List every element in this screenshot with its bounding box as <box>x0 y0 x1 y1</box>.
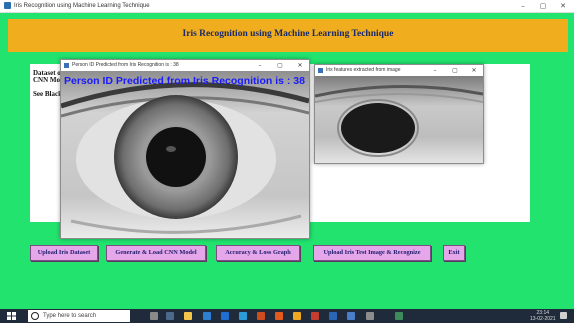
panel-line-2: CNN Mo <box>33 76 61 84</box>
minimize-button[interactable]: – <box>514 0 532 12</box>
mic-icon[interactable] <box>150 312 158 320</box>
clock-date: 13-02-2021 <box>530 316 556 322</box>
window-icon <box>318 68 323 73</box>
prediction-window[interactable]: Person ID Predicted from Iris Recognitio… <box>60 59 310 239</box>
app-icon-3[interactable] <box>347 312 355 320</box>
close-button[interactable]: ✕ <box>554 0 572 12</box>
features-window[interactable]: Iris features extracted from image – ▢ ✕ <box>314 64 484 164</box>
maximize-button[interactable]: ▢ <box>448 65 462 76</box>
clock[interactable]: 23:14 13-02-2021 <box>530 310 556 322</box>
store-icon[interactable] <box>203 312 211 320</box>
minimize-button[interactable]: – <box>253 60 267 71</box>
task-view-icon[interactable] <box>166 312 174 320</box>
taskbar: Type here to search 23:14 13-02-2021 <box>0 309 574 323</box>
app-icon-1[interactable] <box>257 312 265 320</box>
app-icon <box>4 2 11 9</box>
minimize-button[interactable]: – <box>428 65 442 76</box>
window-icon <box>64 63 69 68</box>
header-banner: Iris Recognition using Machine Learning … <box>8 19 568 52</box>
maximize-button[interactable]: ▢ <box>534 0 552 12</box>
prediction-window-titlebar: Person ID Predicted from Iris Recognitio… <box>61 60 309 71</box>
features-window-title: Iris features extracted from image <box>326 67 401 73</box>
iris-test-image <box>61 71 309 238</box>
windows-start-icon[interactable] <box>7 312 16 320</box>
iris-features-image <box>315 76 483 163</box>
exit-button[interactable]: Exit <box>443 245 465 261</box>
mail-icon[interactable] <box>239 312 247 320</box>
generate-model-button[interactable]: Generate & Load CNN Model <box>106 245 206 261</box>
accuracy-graph-button[interactable]: Accuracy & Loss Graph <box>216 245 300 261</box>
prediction-window-title: Person ID Predicted from Iris Recognitio… <box>72 62 179 68</box>
close-button[interactable]: ✕ <box>467 65 481 76</box>
chrome-icon[interactable] <box>293 312 301 320</box>
cortana-icon <box>31 312 39 320</box>
edge-icon[interactable] <box>221 312 229 320</box>
file-explorer-icon[interactable] <box>184 312 192 320</box>
app-title: Iris Recognition using Machine Learning … <box>14 3 150 9</box>
prediction-result-text: Person ID Predicted from Iris Recognitio… <box>64 75 305 87</box>
app-icon-4[interactable] <box>366 312 374 320</box>
close-button[interactable]: ✕ <box>293 60 307 71</box>
upload-test-image-button[interactable]: Upload Iris Test Image & Recognize <box>313 245 431 261</box>
panel-line-3: See Black <box>33 90 62 98</box>
page-title: Iris Recognition using Machine Learning … <box>182 29 394 39</box>
firefox-icon[interactable] <box>275 312 283 320</box>
app-icon-2[interactable] <box>311 312 319 320</box>
app-titlebar: Iris Recognition using Machine Learning … <box>0 0 574 13</box>
search-placeholder: Type here to search <box>43 313 97 319</box>
notification-icon[interactable] <box>560 312 567 319</box>
taskbar-search[interactable]: Type here to search <box>28 310 130 322</box>
upload-dataset-button[interactable]: Upload Iris Dataset <box>30 245 98 261</box>
maximize-button[interactable]: ▢ <box>273 60 287 71</box>
python-app-icon[interactable] <box>395 312 403 320</box>
features-window-titlebar: Iris features extracted from image – ▢ ✕ <box>315 65 483 76</box>
word-icon[interactable] <box>329 312 337 320</box>
